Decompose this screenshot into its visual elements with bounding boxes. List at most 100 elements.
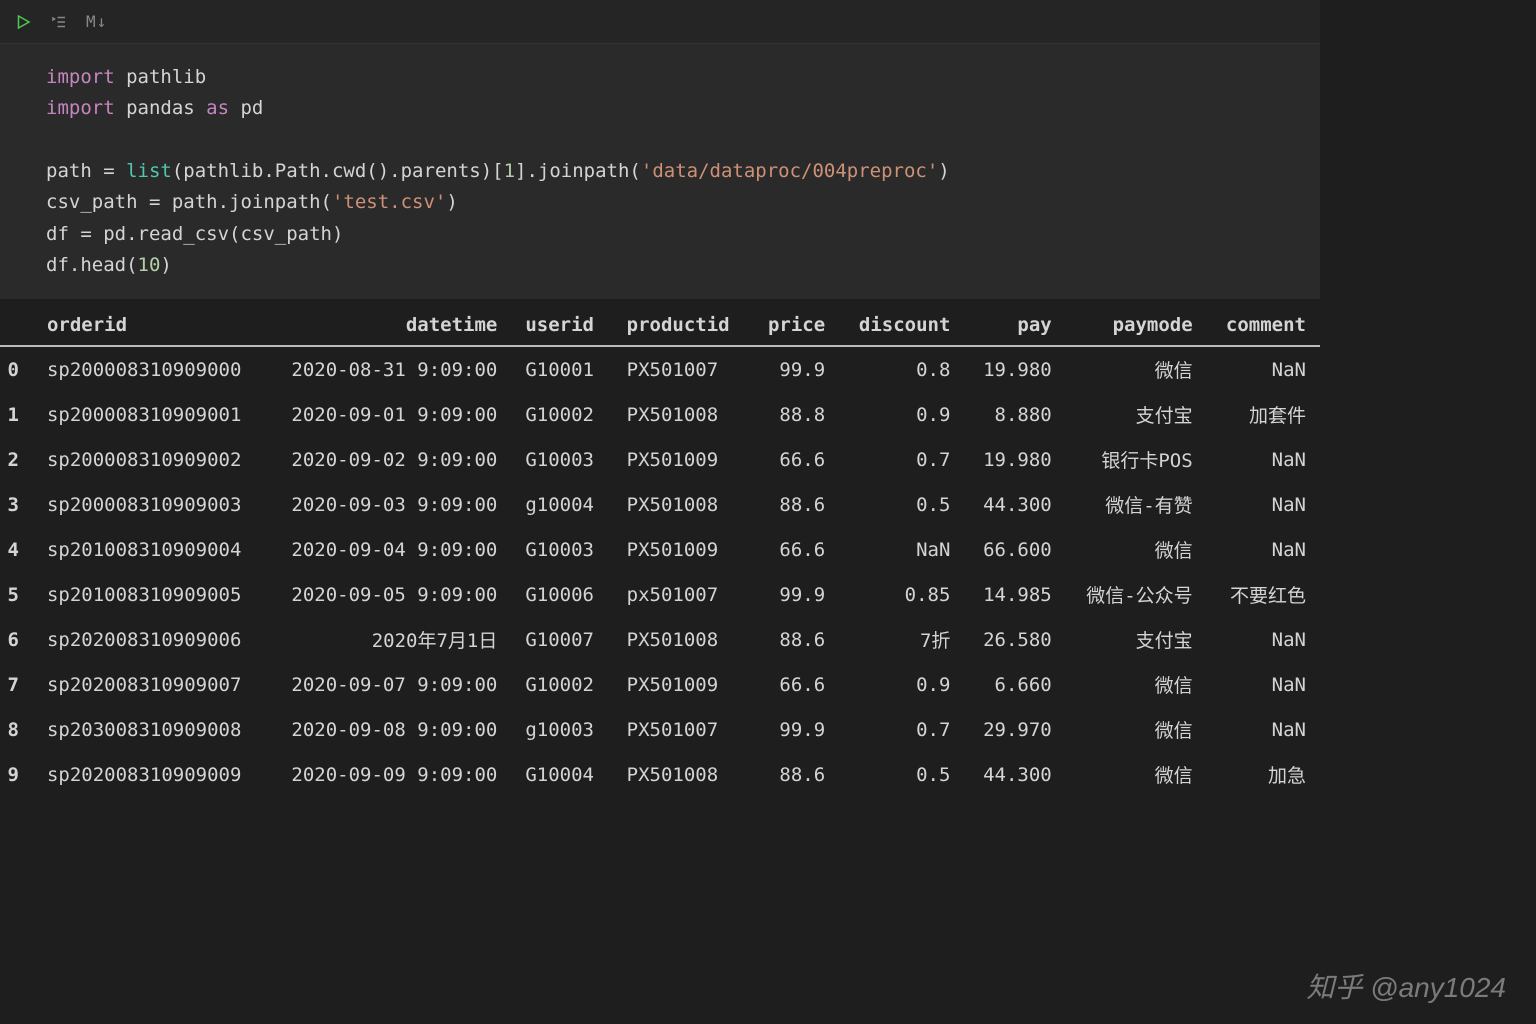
- table-cell: 微信: [1066, 752, 1207, 797]
- table-row: 4sp2010083109090042020-09-04 9:09:00G100…: [0, 527, 1320, 572]
- code-text: pathlib: [115, 66, 207, 88]
- table-cell: 8.880: [964, 392, 1065, 437]
- code-text: df = pd.read_csv(csv_path): [46, 223, 343, 245]
- table-cell: 99.9: [750, 572, 839, 617]
- table-cell: 66.600: [964, 527, 1065, 572]
- table-cell: 44.300: [964, 752, 1065, 797]
- code-text: pandas: [115, 97, 207, 119]
- table-row: 6sp2020083109090062020年7月1日G10007PX50100…: [0, 617, 1320, 662]
- table-cell: 3: [0, 482, 33, 527]
- column-header: paymode: [1066, 305, 1207, 346]
- table-cell: NaN: [839, 527, 964, 572]
- table-cell: G10003: [511, 527, 612, 572]
- table-cell: 0: [0, 346, 33, 392]
- table-cell: 0.9: [839, 392, 964, 437]
- column-header: orderid: [33, 305, 266, 346]
- markdown-toggle[interactable]: M↓: [86, 12, 107, 31]
- table-cell: G10007: [511, 617, 612, 662]
- table-cell: 6: [0, 617, 33, 662]
- code-keyword: as: [206, 97, 229, 119]
- code-text: ].joinpath(: [515, 160, 641, 182]
- table-cell: G10003: [511, 437, 612, 482]
- table-cell: 66.6: [750, 437, 839, 482]
- table-cell: 0.9: [839, 662, 964, 707]
- table-cell: 88.6: [750, 752, 839, 797]
- table-cell: PX501009: [613, 437, 750, 482]
- table-cell: 0.5: [839, 482, 964, 527]
- run-by-line-icon[interactable]: [50, 13, 68, 31]
- table-cell: 2020-09-03 9:09:00: [266, 482, 511, 527]
- output-area: orderiddatetimeuseridproductidpricedisco…: [0, 299, 1320, 797]
- table-row: 8sp2030083109090082020-09-08 9:09:00g100…: [0, 707, 1320, 752]
- table-cell: 微信: [1066, 707, 1207, 752]
- code-keyword: import: [46, 66, 115, 88]
- table-cell: 1: [0, 392, 33, 437]
- code-text: ): [938, 160, 949, 182]
- code-text: pd: [229, 97, 263, 119]
- table-cell: 0.85: [839, 572, 964, 617]
- table-body: 0sp2000083109090002020-08-31 9:09:00G100…: [0, 346, 1320, 797]
- table-cell: sp202008310909007: [33, 662, 266, 707]
- code-text: csv_path = path.joinpath(: [46, 191, 332, 213]
- table-cell: 99.9: [750, 346, 839, 392]
- table-cell: 88.6: [750, 482, 839, 527]
- table-cell: PX501008: [613, 752, 750, 797]
- code-cell[interactable]: import pathlib import pandas as pd path …: [0, 44, 1320, 299]
- table-cell: 加套件: [1207, 392, 1320, 437]
- code-text: df.head(: [46, 254, 138, 276]
- table-cell: g10004: [511, 482, 612, 527]
- table-row: 9sp2020083109090092020-09-09 9:09:00G100…: [0, 752, 1320, 797]
- column-header: pay: [964, 305, 1065, 346]
- table-cell: G10002: [511, 662, 612, 707]
- table-cell: 7折: [839, 617, 964, 662]
- column-header: price: [750, 305, 839, 346]
- table-cell: NaN: [1207, 346, 1320, 392]
- table-cell: PX501007: [613, 346, 750, 392]
- table-cell: 微信: [1066, 346, 1207, 392]
- table-row: 0sp2000083109090002020-08-31 9:09:00G100…: [0, 346, 1320, 392]
- table-cell: PX501008: [613, 482, 750, 527]
- table-cell: NaN: [1207, 707, 1320, 752]
- table-cell: 88.8: [750, 392, 839, 437]
- table-cell: NaN: [1207, 482, 1320, 527]
- table-cell: 支付宝: [1066, 392, 1207, 437]
- table-cell: 29.970: [964, 707, 1065, 752]
- code-str: 'data/dataproc/004preproc': [641, 160, 938, 182]
- column-header: comment: [1207, 305, 1320, 346]
- table-head: orderiddatetimeuseridproductidpricedisco…: [0, 305, 1320, 346]
- table-cell: sp200008310909000: [33, 346, 266, 392]
- table-cell: g10003: [511, 707, 612, 752]
- code-str: 'test.csv': [332, 191, 446, 213]
- table-row: 3sp2000083109090032020-09-03 9:09:00g100…: [0, 482, 1320, 527]
- table-cell: 加急: [1207, 752, 1320, 797]
- table-cell: 微信: [1066, 662, 1207, 707]
- table-cell: PX501009: [613, 662, 750, 707]
- table-cell: sp203008310909008: [33, 707, 266, 752]
- table-cell: 8: [0, 707, 33, 752]
- table-cell: 66.6: [750, 662, 839, 707]
- code-text: (pathlib.Path.cwd().parents)[: [172, 160, 504, 182]
- table-cell: NaN: [1207, 527, 1320, 572]
- table-cell: 6.660: [964, 662, 1065, 707]
- code-num: 1: [504, 160, 515, 182]
- column-header: userid: [511, 305, 612, 346]
- table-cell: 7: [0, 662, 33, 707]
- dataframe-table: orderiddatetimeuseridproductidpricedisco…: [0, 305, 1320, 797]
- table-cell: 2020-09-07 9:09:00: [266, 662, 511, 707]
- table-cell: G10001: [511, 346, 612, 392]
- run-cell-icon[interactable]: [14, 13, 32, 31]
- table-cell: 微信-公众号: [1066, 572, 1207, 617]
- table-cell: sp202008310909006: [33, 617, 266, 662]
- table-cell: G10002: [511, 392, 612, 437]
- table-cell: 不要红色: [1207, 572, 1320, 617]
- table-row: 5sp2010083109090052020-09-05 9:09:00G100…: [0, 572, 1320, 617]
- table-cell: sp200008310909002: [33, 437, 266, 482]
- table-cell: 0.7: [839, 707, 964, 752]
- table-cell: PX501008: [613, 392, 750, 437]
- table-cell: NaN: [1207, 617, 1320, 662]
- code-keyword: import: [46, 97, 115, 119]
- table-cell: 2020年7月1日: [266, 617, 511, 662]
- table-cell: 19.980: [964, 437, 1065, 482]
- table-cell: 19.980: [964, 346, 1065, 392]
- table-row: 7sp2020083109090072020-09-07 9:09:00G100…: [0, 662, 1320, 707]
